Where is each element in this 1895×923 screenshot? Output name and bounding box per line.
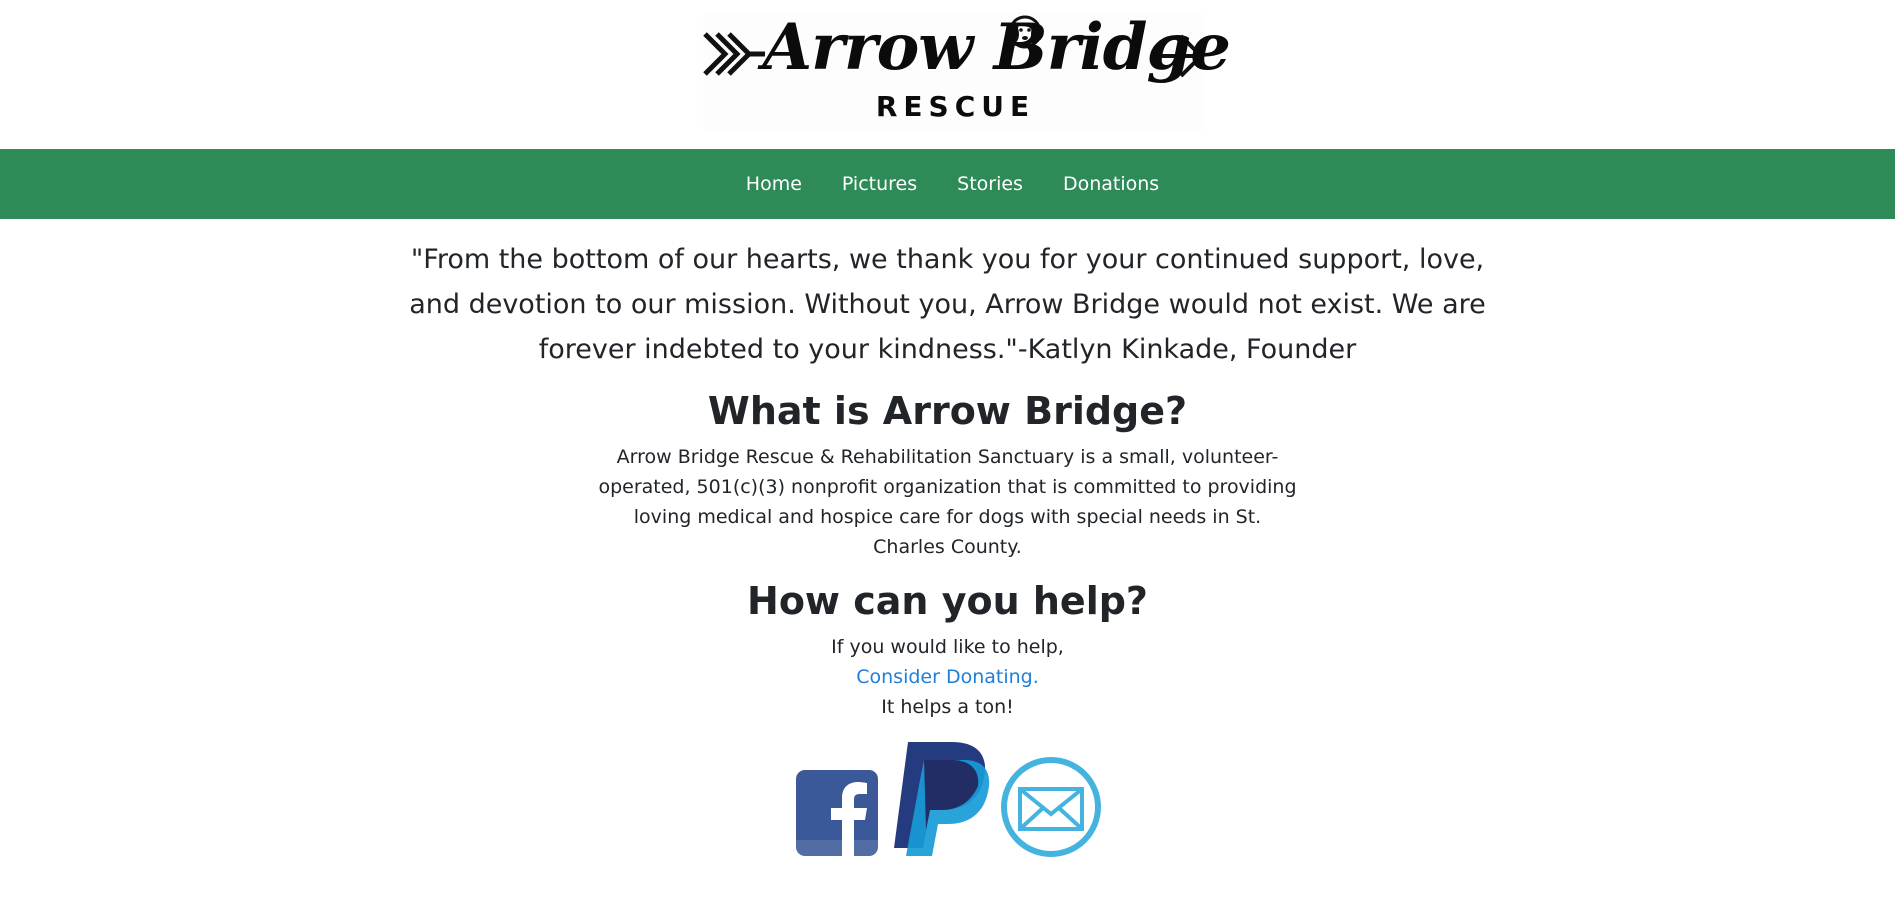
nav-stories-link[interactable]: Stories <box>937 149 1043 219</box>
paypal-link[interactable] <box>890 740 990 862</box>
logo-script-text: Arrow Bridge <box>762 10 1232 85</box>
about-heading: What is Arrow Bridge? <box>707 389 1188 433</box>
consider-donating-link[interactable]: Consider Donating. <box>856 666 1039 688</box>
logo-area: Arrow Bridge RESCUE <box>0 0 1895 149</box>
help-line-outro: It helps a ton! <box>881 696 1014 718</box>
logo-sub-text: RESCUE <box>875 90 1036 123</box>
paypal-icon <box>893 742 989 856</box>
social-links <box>0 740 1895 862</box>
email-icon <box>1000 757 1101 857</box>
email-link[interactable] <box>1000 756 1102 862</box>
site-header: Arrow Bridge RESCUE Home Pictures Storie… <box>0 0 1895 219</box>
help-line-intro: If you would like to help, <box>831 636 1064 658</box>
about-text: Arrow Bridge Rescue & Rehabilitation San… <box>598 446 1297 558</box>
nav-home-link[interactable]: Home <box>726 149 822 219</box>
founder-quote: "From the bottom of our hearts, we thank… <box>409 244 1486 365</box>
main-navbar: Home Pictures Stories Donations <box>0 149 1895 219</box>
help-heading: How can you help? <box>747 579 1148 623</box>
facebook-icon <box>795 770 878 856</box>
nav-pictures-link[interactable]: Pictures <box>822 149 937 219</box>
site-logo[interactable]: Arrow Bridge RESCUE <box>702 10 1232 132</box>
facebook-link[interactable] <box>794 768 880 862</box>
help-text: If you would like to help, Consider Dona… <box>0 632 1895 722</box>
nav-donations-link[interactable]: Donations <box>1043 149 1179 219</box>
main-content: "From the bottom of our hearts, we thank… <box>0 237 1895 862</box>
nav-links: Home Pictures Stories Donations <box>726 149 1179 219</box>
